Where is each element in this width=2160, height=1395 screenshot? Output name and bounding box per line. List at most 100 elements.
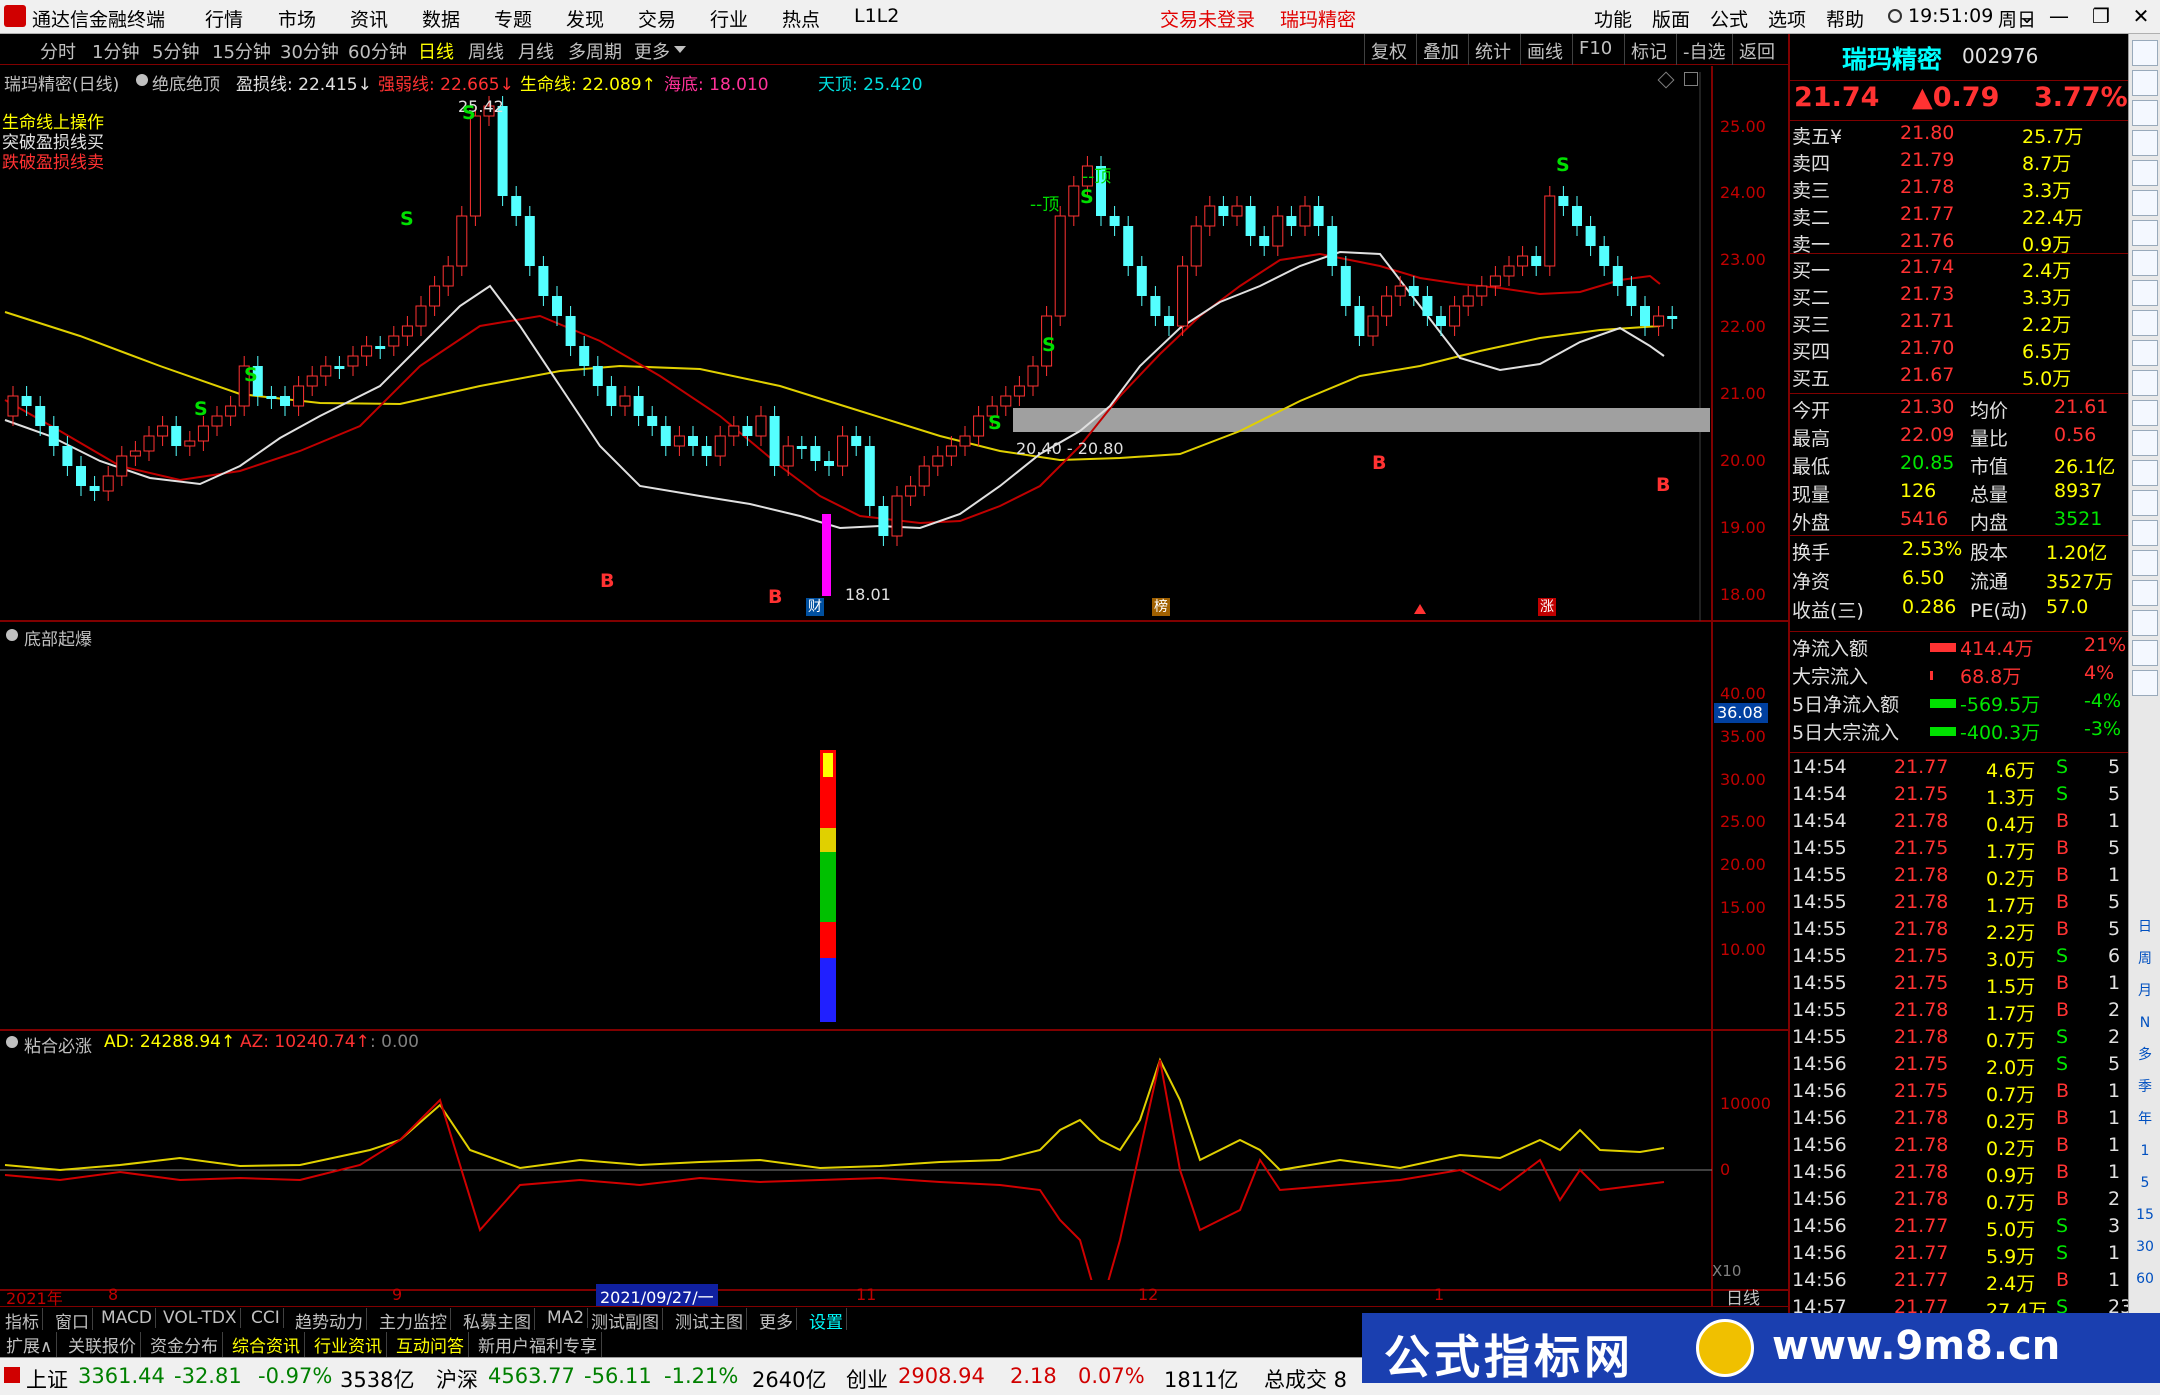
tag-cai[interactable]: 财: [806, 598, 824, 616]
side-tool-icon[interactable]: [2132, 100, 2158, 126]
side-tool-icon[interactable]: [2132, 310, 2158, 336]
menu-shuju[interactable]: 数据: [422, 5, 460, 32]
tab-3[interactable]: VOL-TDX: [160, 1308, 241, 1328]
trade-row[interactable]: 14:55 21.78 1.7万 B 2: [1790, 999, 2128, 1026]
link-6[interactable]: 新用户福利专享: [474, 1332, 602, 1357]
bid-row[interactable]: 买一 21.74 2.4万: [1790, 256, 2128, 283]
side-tool-icon[interactable]: [2132, 460, 2158, 486]
ask-row[interactable]: 卖四 21.79 8.7万: [1790, 149, 2128, 176]
tag-zhang[interactable]: 涨: [1538, 598, 1556, 616]
stat-row[interactable]: 外盘 5416 内盘 3521: [1790, 508, 2128, 535]
trade-row[interactable]: 14:56 21.75 0.7万 B 1: [1790, 1080, 2128, 1107]
square-icon[interactable]: [1684, 72, 1698, 86]
bid-row[interactable]: 买三 21.71 2.2万: [1790, 310, 2128, 337]
ask-row[interactable]: 卖五¥ 21.80 25.7万: [1790, 122, 2128, 149]
side-tool-icon[interactable]: [2132, 520, 2158, 546]
close-icon[interactable]: ✕: [2128, 3, 2154, 29]
period-30min[interactable]: 30分钟: [280, 38, 339, 64]
menu-banmian[interactable]: 版面: [1652, 5, 1690, 32]
ticker-sh-label[interactable]: 上证: [26, 1364, 68, 1394]
side-period-9[interactable]: 15: [2132, 1202, 2158, 1228]
trade-login-status[interactable]: 交易未登录: [1160, 5, 1255, 32]
side-tool-icon[interactable]: [2132, 130, 2158, 156]
flow-row[interactable]: 5日大宗流入 -400.3万 -3%: [1790, 718, 2128, 745]
trade-row[interactable]: 14:54 21.75 1.3万 S 5: [1790, 783, 2128, 810]
ask-row[interactable]: 卖三 21.78 3.3万: [1790, 176, 2128, 203]
side-tool-icon[interactable]: [2132, 340, 2158, 366]
link-2[interactable]: 资金分布: [146, 1332, 223, 1357]
menu-jiaoyi[interactable]: 交易: [638, 5, 676, 32]
ticker-sz-label[interactable]: 沪深: [436, 1364, 478, 1394]
stat-row[interactable]: 最高 22.09 量比 0.56: [1790, 424, 2128, 451]
trade-row[interactable]: 14:55 21.78 2.2万 B 5: [1790, 918, 2128, 945]
trade-row[interactable]: 14:55 21.78 0.7万 S 2: [1790, 1026, 2128, 1053]
trade-row[interactable]: 14:55 21.75 1.7万 B 5: [1790, 837, 2128, 864]
side-tool-icon[interactable]: [2132, 190, 2158, 216]
menu-bangzhu[interactable]: 帮助: [1826, 5, 1864, 32]
trade-row[interactable]: 14:55 21.78 0.2万 B 1: [1790, 864, 2128, 891]
stat-row[interactable]: 今开 21.30 均价 21.61: [1790, 396, 2128, 423]
menu-xuanxiang[interactable]: 选项: [1768, 5, 1806, 32]
side-tool-icon[interactable]: [2132, 550, 2158, 576]
trade-row[interactable]: 14:55 21.78 1.7万 B 5: [1790, 891, 2128, 918]
menu-gongshi[interactable]: 公式: [1710, 5, 1748, 32]
menu-hangqing[interactable]: 行情: [205, 5, 243, 32]
trade-row[interactable]: 14:56 21.75 2.0万 S 5: [1790, 1053, 2128, 1080]
period-1min[interactable]: 1分钟: [92, 38, 139, 64]
minimize-icon[interactable]: —: [2046, 3, 2072, 29]
trade-row[interactable]: 14:56 21.78 0.7万 B 2: [1790, 1188, 2128, 1215]
flow-row[interactable]: 大宗流入 68.8万 4%: [1790, 662, 2128, 689]
bid-row[interactable]: 买四 21.70 6.5万: [1790, 337, 2128, 364]
stat2-row[interactable]: 收益(三) 0.286 PE(动) 57.0: [1790, 596, 2128, 623]
side-period-5[interactable]: 季: [2132, 1074, 2158, 1100]
stat-row[interactable]: 现量 126 总量 8937: [1790, 480, 2128, 507]
trade-row[interactable]: 14:55 21.75 1.5万 B 1: [1790, 972, 2128, 999]
link-4[interactable]: 行业资讯: [310, 1332, 387, 1357]
side-tool-icon[interactable]: [2132, 610, 2158, 636]
tab-2[interactable]: MACD: [98, 1308, 156, 1328]
tag-bang[interactable]: 榜: [1152, 598, 1170, 616]
link-3[interactable]: 综合资讯: [228, 1332, 305, 1357]
trade-row[interactable]: 14:56 21.78 0.9万 B 1: [1790, 1161, 2128, 1188]
menu-zixun[interactable]: 资讯: [350, 5, 388, 32]
bid-row[interactable]: 买二 21.73 3.3万: [1790, 283, 2128, 310]
link-1[interactable]: 关联报价: [64, 1332, 141, 1357]
trade-row[interactable]: 14:56 21.78 0.2万 B 1: [1790, 1134, 2128, 1161]
restore-icon[interactable]: ❐: [2088, 3, 2114, 29]
side-tool-icon[interactable]: [2132, 280, 2158, 306]
side-period-6[interactable]: 年: [2132, 1106, 2158, 1132]
side-period-3[interactable]: N: [2132, 1010, 2158, 1036]
menu-gongneng[interactable]: 功能: [1594, 5, 1632, 32]
trade-row[interactable]: 14:56 21.77 5.9万 S 1: [1790, 1242, 2128, 1269]
side-tool-icon[interactable]: [2132, 40, 2158, 66]
period-fenshi[interactable]: 分时: [40, 38, 76, 64]
link-0[interactable]: 扩展∧: [2, 1332, 58, 1357]
side-tool-icon[interactable]: [2132, 670, 2158, 696]
side-period-7[interactable]: 1: [2132, 1138, 2158, 1164]
tool-tongji[interactable]: 统计: [1468, 34, 1517, 65]
flow-row[interactable]: 净流入额 414.4万 21%: [1790, 634, 2128, 661]
side-tool-icon[interactable]: [2132, 70, 2158, 96]
trade-row[interactable]: 14:56 21.78 0.2万 B 1: [1790, 1107, 2128, 1134]
ind1-toggle-icon[interactable]: [6, 629, 18, 641]
menu-zhuanti[interactable]: 专题: [494, 5, 532, 32]
side-period-2[interactable]: 月: [2132, 978, 2158, 1004]
period-multi[interactable]: 多周期: [568, 38, 622, 64]
tool-f10[interactable]: F10: [1572, 34, 1618, 65]
tool-huaxian[interactable]: 画线: [1520, 34, 1569, 65]
period-15min[interactable]: 15分钟: [212, 38, 271, 64]
stat2-row[interactable]: 换手 2.53% 股本 1.20亿: [1790, 538, 2128, 565]
arrow-up-icon[interactable]: [1414, 604, 1426, 614]
tab-4[interactable]: CCI: [248, 1308, 284, 1328]
menu-shichang[interactable]: 市场: [278, 5, 316, 32]
ticker-cy-label[interactable]: 创业: [846, 1364, 888, 1394]
side-tool-icon[interactable]: [2132, 370, 2158, 396]
period-daily[interactable]: 日线: [418, 38, 454, 64]
side-period-10[interactable]: 30: [2132, 1234, 2158, 1260]
period-60min[interactable]: 60分钟: [348, 38, 407, 64]
period-monthly[interactable]: 月线: [518, 38, 554, 64]
period-5min[interactable]: 5分钟: [152, 38, 199, 64]
period-more[interactable]: 更多: [634, 38, 670, 64]
tool-fanhui[interactable]: 返回: [1732, 34, 1781, 65]
trade-row[interactable]: 14:56 21.77 5.0万 S 3: [1790, 1215, 2128, 1242]
